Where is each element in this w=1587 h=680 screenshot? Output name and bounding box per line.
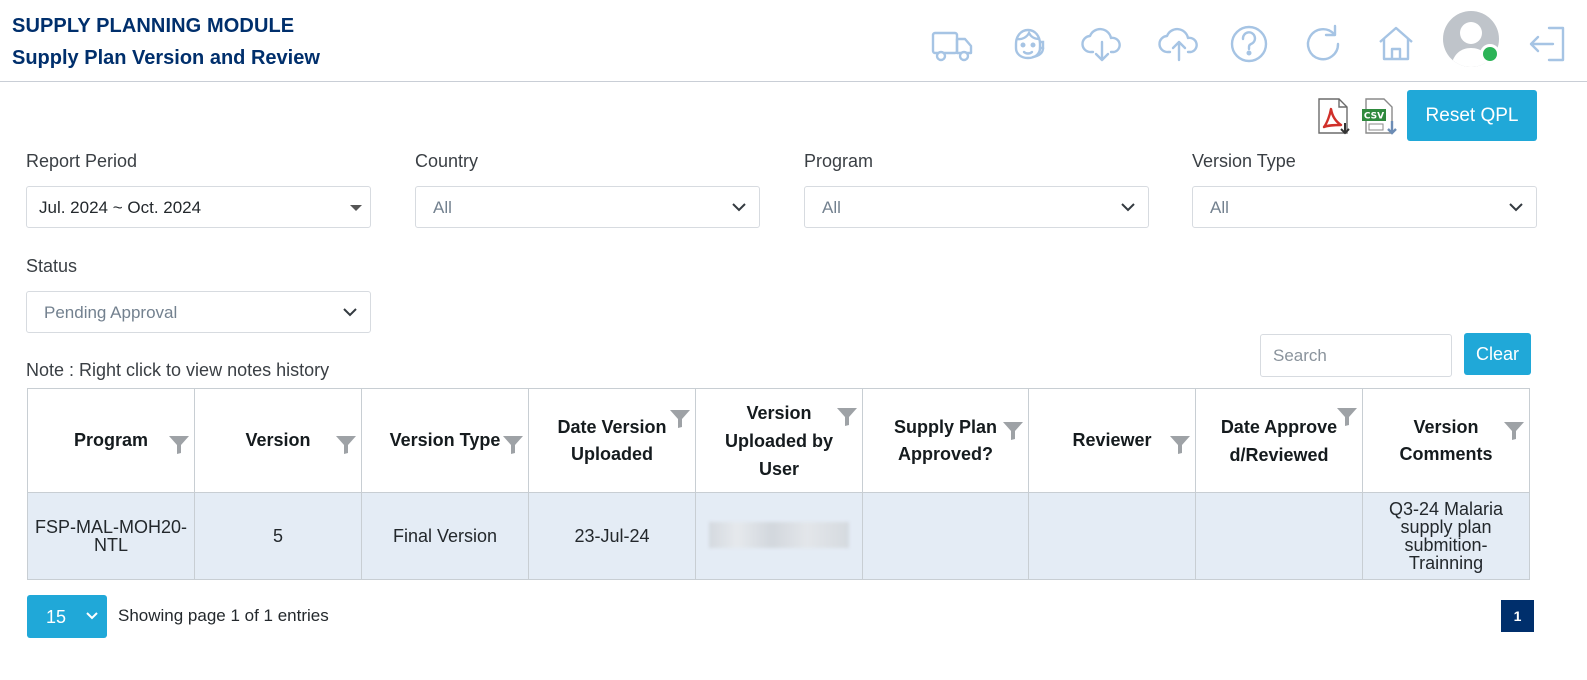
program-select[interactable]: All — [804, 186, 1149, 228]
logout-icon[interactable] — [1525, 22, 1569, 66]
column-header-date-uploaded[interactable]: Date Version Uploaded — [528, 388, 696, 493]
reset-qpl-button[interactable]: Reset QPL — [1407, 90, 1537, 141]
cloud-download-icon[interactable] — [1080, 22, 1124, 66]
program-value: All — [822, 198, 841, 217]
filter-icon[interactable] — [1336, 405, 1358, 427]
filter-icon[interactable] — [1503, 419, 1525, 441]
export-csv-icon[interactable]: CSV — [1360, 97, 1400, 137]
version-type-label: Version Type — [1192, 151, 1296, 171]
cell-uploaded-by — [695, 492, 863, 580]
cell-version: 5 — [194, 492, 362, 580]
column-header-version-type[interactable]: Version Type — [361, 388, 529, 493]
help-icon[interactable] — [1227, 22, 1271, 66]
country-value: All — [433, 198, 452, 217]
chevron-down-icon — [732, 203, 746, 212]
status-value: Pending Approval — [44, 303, 178, 322]
cell-approved — [862, 492, 1029, 580]
page-button-1[interactable]: 1 — [1501, 600, 1534, 632]
report-period-label: Report Period — [26, 151, 138, 171]
caret-down-icon — [350, 205, 362, 211]
table-header-row: Program Version Version Type Date Versio… — [27, 388, 1530, 493]
column-header-program[interactable]: Program — [27, 388, 195, 493]
status-label: Status — [26, 256, 78, 276]
export-pdf-icon[interactable] — [1315, 97, 1355, 137]
column-header-version[interactable]: Version — [194, 388, 362, 493]
column-header-date-approved[interactable]: Date Approved/Reviewed — [1195, 388, 1363, 493]
filter-icon[interactable] — [335, 433, 357, 455]
refresh-icon[interactable] — [1302, 22, 1346, 66]
version-type-select[interactable]: All — [1192, 186, 1537, 228]
notes-hint: Note : Right click to view notes history — [26, 360, 330, 380]
report-period-value: Jul. 2024 ~ Oct. 2024 — [39, 198, 202, 217]
redacted-user — [709, 521, 849, 548]
filter-icon[interactable] — [836, 405, 858, 427]
clear-button[interactable]: Clear — [1464, 333, 1531, 375]
cell-date-approved — [1195, 492, 1363, 580]
chevron-down-icon — [1121, 203, 1135, 212]
module-title: SUPPLY PLANNING MODULE — [12, 15, 295, 37]
program-label: Program — [804, 151, 874, 171]
cloud-upload-icon[interactable] — [1157, 22, 1201, 66]
column-header-uploaded-by[interactable]: Version Uploaded by User — [695, 388, 863, 493]
svg-text:CSV: CSV — [1364, 112, 1384, 122]
home-icon[interactable] — [1374, 22, 1418, 66]
country-select[interactable]: All — [415, 186, 760, 228]
cell-version-type: Final Version — [361, 492, 529, 580]
page-title: Supply Plan Version and Review — [12, 47, 320, 69]
truck-icon[interactable] — [930, 22, 974, 66]
status-select[interactable]: Pending Approval — [26, 291, 371, 333]
filter-icon[interactable] — [1169, 433, 1191, 455]
cell-reviewer — [1028, 492, 1196, 580]
online-status-indicator — [1480, 44, 1500, 64]
country-label: Country — [415, 151, 479, 171]
chevron-down-icon — [86, 612, 98, 620]
filter-icon[interactable] — [669, 407, 691, 429]
column-header-reviewer[interactable]: Reviewer — [1028, 388, 1196, 493]
cell-date-uploaded: 23-Jul-24 — [528, 492, 696, 580]
app-header: SUPPLY PLANNING MODULE Supply Plan Versi… — [0, 0, 1587, 82]
cell-program: FSP-MAL-MOH20-NTL — [27, 492, 195, 580]
filter-icon[interactable] — [168, 433, 190, 455]
version-table: Program Version Version Type Date Versio… — [27, 388, 1530, 580]
filter-icon[interactable] — [502, 433, 524, 455]
filter-icon[interactable] — [1002, 419, 1024, 441]
cell-comments: Q3-24 Malaria supply plan submition-Trai… — [1362, 492, 1530, 580]
version-type-value: All — [1210, 198, 1229, 217]
search-input[interactable] — [1260, 334, 1452, 377]
page-size-select[interactable]: 15 — [27, 595, 107, 638]
page-size-value: 15 — [46, 607, 67, 627]
chevron-down-icon — [1509, 203, 1523, 212]
column-header-approved[interactable]: Supply Plan Approved? — [862, 388, 1029, 493]
pagination-info: Showing page 1 of 1 entries — [118, 606, 329, 625]
support-agent-icon[interactable] — [1006, 22, 1050, 66]
table-row[interactable]: FSP-MAL-MOH20-NTL 5 Final Version 23-Jul… — [27, 492, 1530, 580]
report-period-picker[interactable]: Jul. 2024 ~ Oct. 2024 — [26, 186, 371, 228]
chevron-down-icon — [343, 308, 357, 317]
column-header-comments[interactable]: Version Comments — [1362, 388, 1530, 493]
